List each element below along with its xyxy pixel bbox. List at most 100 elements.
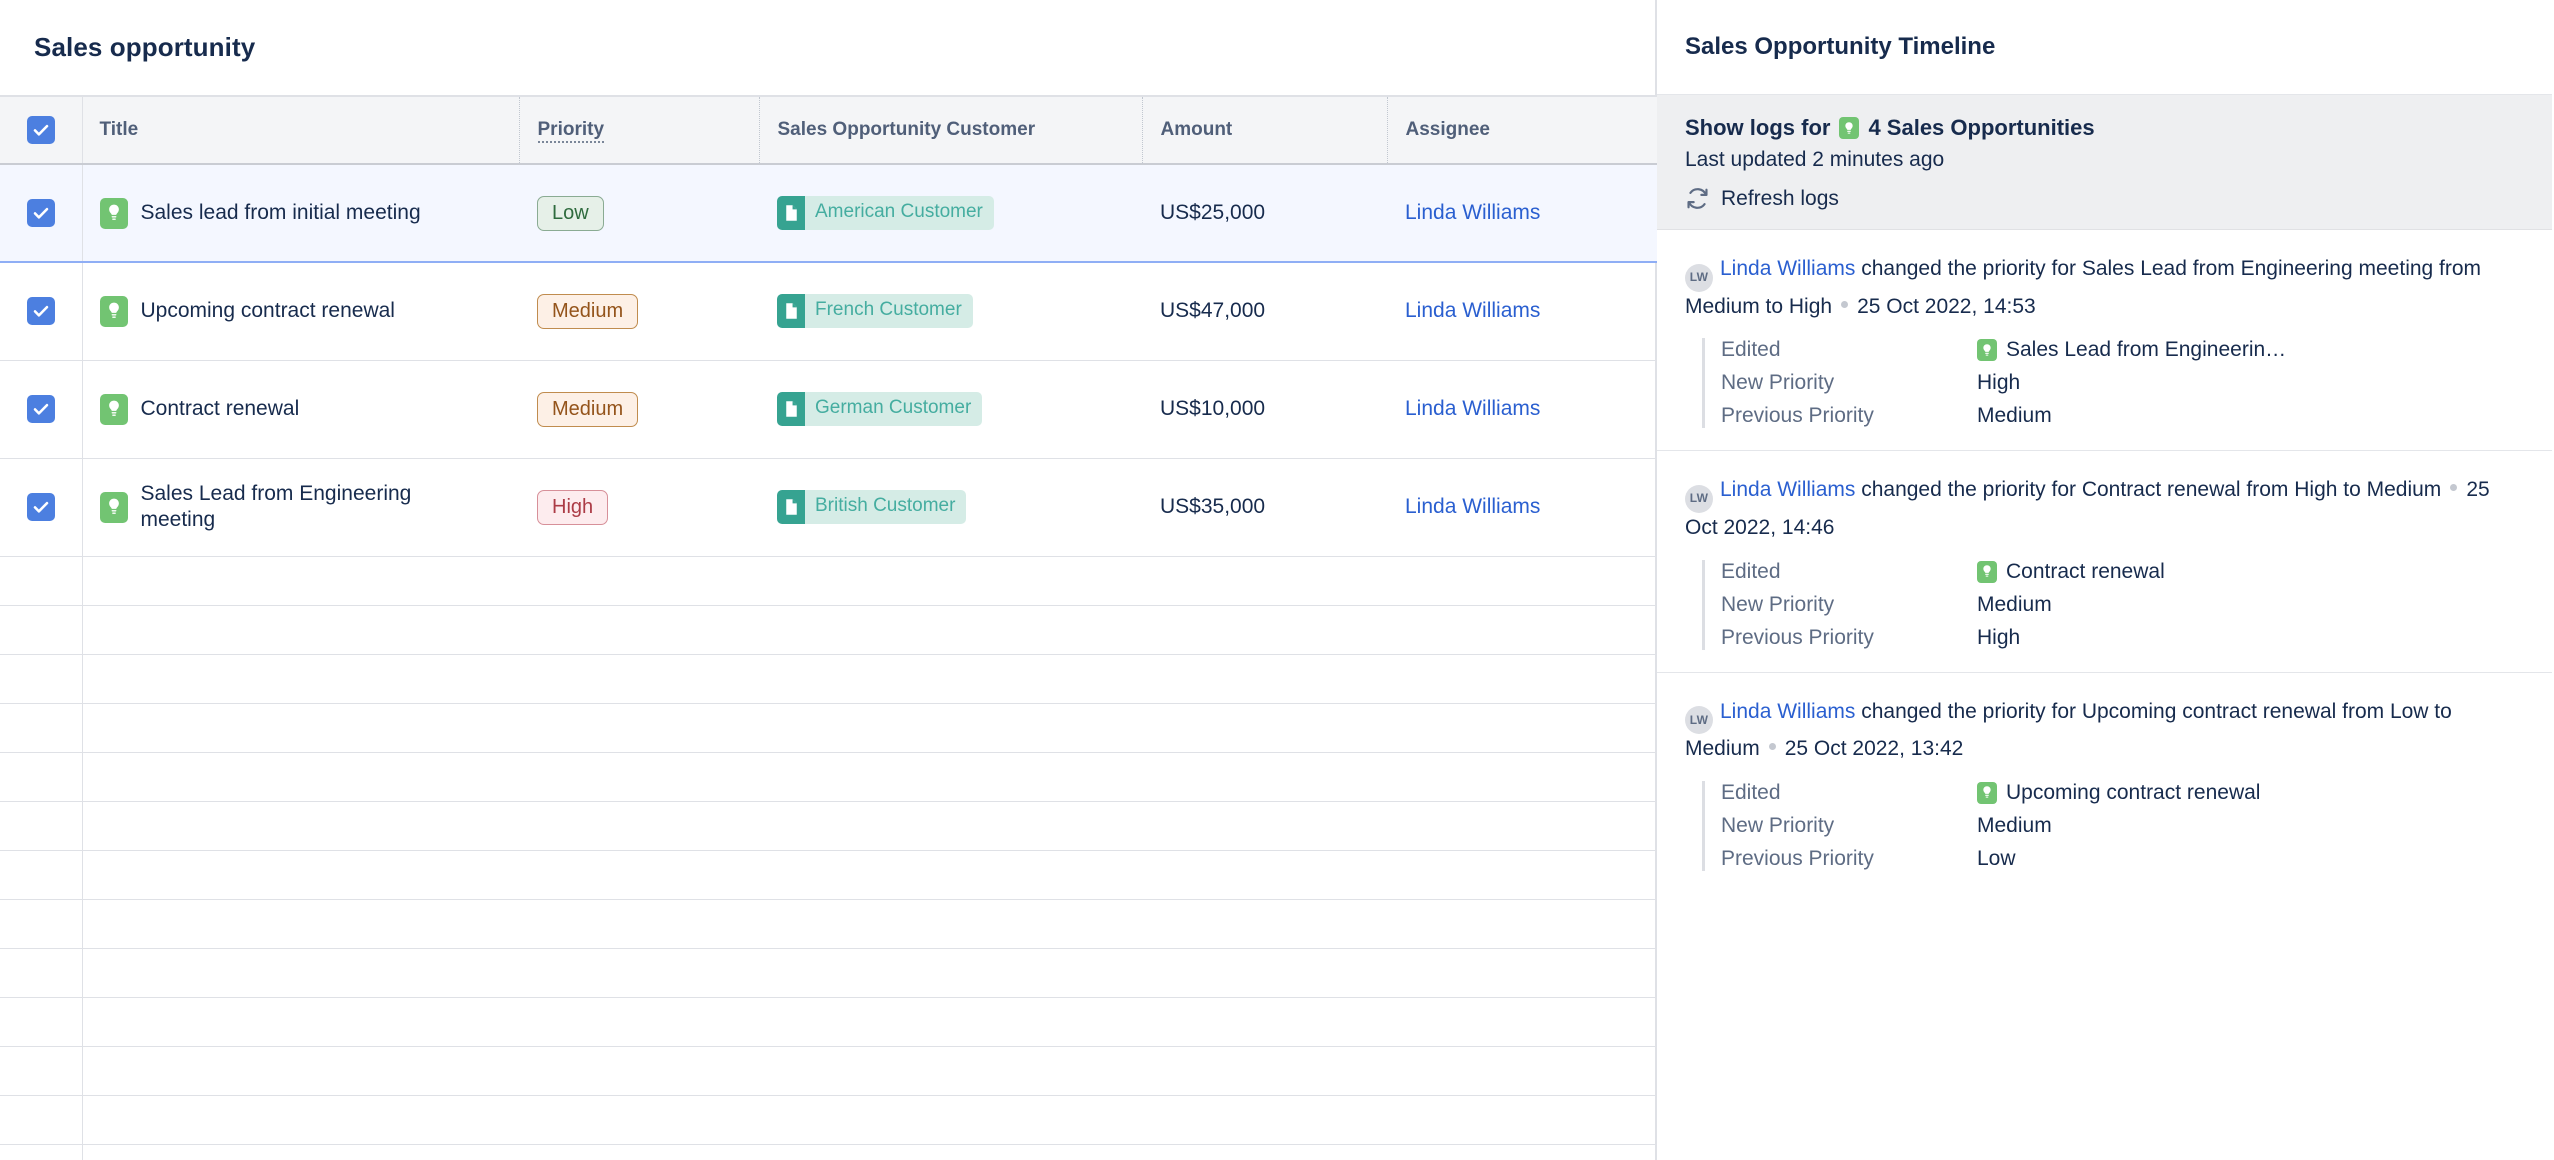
column-header-priority-label: Priority [537, 119, 605, 143]
row-checkbox-cell[interactable] [0, 164, 83, 262]
row-priority-cell[interactable]: Medium [519, 360, 759, 458]
row-checkbox-cell[interactable] [0, 262, 83, 360]
customer-chip[interactable]: French Customer [777, 294, 973, 329]
assignee-link[interactable]: Linda Williams [1405, 299, 1540, 322]
document-icon [777, 294, 805, 329]
table-row[interactable]: Upcoming contract renewal Medium French Cu… [0, 262, 1657, 360]
column-header-priority[interactable]: Priority [519, 95, 760, 165]
customer-chip[interactable]: German Customer [777, 392, 983, 426]
table-row[interactable]: Sales Lead from Engineering meeting High B… [0, 458, 1657, 556]
row-customer-cell[interactable]: British Customer [759, 458, 1142, 556]
row-assignee-cell[interactable]: Linda Williams [1387, 360, 1657, 458]
empty-cell [759, 752, 1142, 801]
row-checkbox-cell[interactable] [0, 458, 83, 556]
sales-opportunity-table-pane: Sales opportunity Title Priority Sales O… [0, 0, 1657, 1160]
row-assignee-cell[interactable]: Linda Williams [1387, 164, 1657, 262]
priority-badge[interactable]: High [537, 489, 609, 525]
row-title-cell[interactable]: Upcoming contract renewal [82, 262, 519, 360]
timeline-entry-details: Edited Upcoming contract renewal New Prior… [1702, 780, 2524, 871]
column-header-amount[interactable]: Amount [1142, 95, 1388, 165]
select-all-checkbox[interactable] [26, 116, 55, 144]
row-checkbox[interactable] [26, 297, 55, 326]
empty-table-row[interactable] [0, 948, 1657, 997]
empty-cell [82, 556, 519, 605]
row-customer-cell[interactable]: French Customer [759, 262, 1142, 360]
empty-table-row[interactable] [0, 997, 1657, 1046]
empty-table-row[interactable] [0, 1046, 1657, 1095]
customer-chip-label: British Customer [805, 490, 967, 524]
empty-table-row[interactable] [0, 801, 1657, 850]
amount-label: US$35,000 [1160, 495, 1266, 518]
row-assignee-cell[interactable]: Linda Williams [1387, 262, 1657, 360]
timeline-actor-link[interactable]: Linda Williams [1720, 257, 1855, 280]
row-title-wrapper: Sales lead from initial meeting [99, 197, 520, 229]
detail-key: Edited [1721, 338, 1781, 362]
empty-table-row[interactable] [0, 605, 1657, 654]
empty-cell [82, 1144, 519, 1160]
assignee-link[interactable]: Linda Williams [1405, 201, 1540, 224]
table-row[interactable]: Sales lead from initial meeting Low Americ… [0, 164, 1657, 262]
assignee-link[interactable]: Linda Williams [1405, 495, 1540, 518]
empty-cell [519, 899, 759, 948]
empty-cell [1387, 997, 1657, 1046]
empty-table-row[interactable] [0, 654, 1657, 703]
customer-chip[interactable]: American Customer [777, 196, 994, 230]
empty-cell [519, 948, 759, 997]
row-checkbox[interactable] [26, 199, 55, 227]
empty-table-row[interactable] [0, 752, 1657, 801]
empty-table-row[interactable] [0, 1095, 1657, 1144]
row-priority-cell[interactable]: Low [519, 164, 759, 262]
priority-badge[interactable]: Medium [537, 293, 639, 329]
row-assignee-cell[interactable]: Linda Williams [1387, 458, 1657, 556]
column-header-customer[interactable]: Sales Opportunity Customer [759, 95, 1143, 165]
empty-cell [759, 801, 1142, 850]
lightbulb-icon [1977, 781, 1997, 804]
amount-label: US$10,000 [1160, 397, 1266, 420]
avatar[interactable]: LW [1685, 263, 1713, 292]
select-all-header-cell[interactable] [0, 95, 83, 165]
empty-table-row[interactable] [0, 850, 1657, 899]
empty-table-row[interactable] [0, 899, 1657, 948]
customer-chip[interactable]: British Customer [777, 490, 967, 524]
row-priority-cell[interactable]: High [519, 458, 759, 556]
row-customer-cell[interactable]: German Customer [759, 360, 1142, 458]
priority-badge[interactable]: Medium [537, 391, 639, 427]
row-checkbox-cell[interactable] [0, 360, 83, 458]
row-title-cell[interactable]: Contract renewal [82, 360, 519, 458]
column-header-title-label: Title [99, 119, 139, 140]
empty-table-row[interactable] [0, 703, 1657, 752]
avatar[interactable]: LW [1685, 484, 1713, 513]
timeline-actor-link[interactable]: Linda Williams [1720, 478, 1855, 501]
last-updated-label: Last updated 2 minutes ago [1685, 148, 1945, 171]
lightbulb-glyph [108, 400, 119, 416]
timeline-actor-link[interactable]: Linda Williams [1720, 700, 1855, 723]
empty-table-row[interactable] [0, 1144, 1657, 1160]
table-row[interactable]: Contract renewal Medium German Customer US$… [0, 360, 1657, 458]
row-title-cell[interactable]: Sales lead from initial meeting [82, 164, 519, 262]
column-header-assignee[interactable]: Assignee [1387, 95, 1657, 165]
empty-cell [0, 654, 83, 703]
detail-value: Upcoming contract renewal [1977, 781, 2260, 805]
detail-key: Edited [1721, 780, 1781, 804]
row-title-label: Contract renewal [140, 396, 300, 420]
customer-chip-label: American Customer [805, 196, 994, 230]
priority-badge[interactable]: Low [537, 195, 604, 231]
assignee-link[interactable]: Linda Williams [1405, 397, 1540, 420]
empty-table-row[interactable] [0, 556, 1657, 605]
detail-row: Edited Sales Lead from Engineerin… [1721, 338, 2524, 362]
row-checkbox[interactable] [26, 395, 55, 423]
empty-cell [519, 654, 759, 703]
row-priority-cell[interactable]: Medium [519, 262, 759, 360]
detail-row: New Priority Medium [1721, 593, 2524, 617]
avatar[interactable]: LW [1685, 706, 1713, 735]
document-icon [777, 392, 805, 426]
row-checkbox[interactable] [26, 493, 55, 521]
row-customer-cell[interactable]: American Customer [759, 164, 1142, 262]
refresh-logs-button[interactable]: Refresh logs [1685, 186, 2524, 211]
row-title-cell[interactable]: Sales Lead from Engineering meeting [82, 458, 519, 556]
detail-value-label: High [1977, 371, 2021, 395]
column-header-title[interactable]: Title [82, 95, 520, 165]
refresh-icon [1685, 186, 1710, 211]
show-logs-heading: Show logs for 4 Sales Opportunities [1685, 115, 2524, 141]
empty-cell [759, 703, 1142, 752]
